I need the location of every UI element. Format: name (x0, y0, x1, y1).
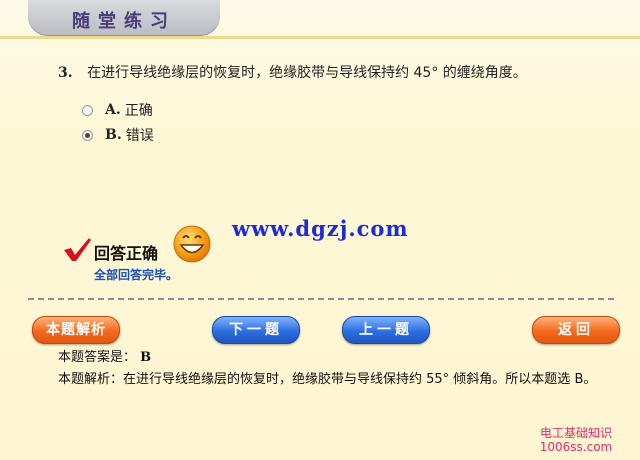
answer-line: 本题答案是： B (58, 346, 151, 365)
site-watermark: 电工基础知识 1006ss.com (520, 426, 632, 454)
question-number: 3. (58, 65, 73, 81)
option-b[interactable]: B. 错误 (82, 125, 154, 145)
header-band (0, 36, 640, 39)
exercise-panel: 随堂练习 3. 在进行导线绝缘层的恢复时，绝缘胶带与导线保持约 45° 的缠绕角… (0, 0, 640, 460)
radio-b[interactable] (82, 129, 93, 141)
answer-value: B (140, 350, 152, 365)
back-button[interactable]: 返回 (532, 316, 620, 344)
question-text: 在进行导线绝缘层的恢复时，绝缘胶带与导线保持约 45° 的缠绕角度。 (87, 65, 527, 81)
result-subtitle: 全部回答完毕。 (94, 268, 179, 282)
next-question-button[interactable]: 下一题 (212, 316, 300, 344)
option-a-label: 正确 (124, 103, 153, 119)
checkmark-icon (64, 238, 91, 261)
smiley-face-icon (173, 225, 211, 263)
result-title: 回答正确 (94, 244, 159, 263)
prev-question-button[interactable]: 上一题 (342, 316, 430, 344)
header-tab: 随堂练习 (28, 0, 220, 36)
option-a-letter: A. (105, 102, 121, 118)
dashed-divider (28, 298, 614, 300)
site-watermark-line1: 电工基础知识 (539, 426, 612, 440)
option-b-label: 错误 (125, 128, 154, 144)
answer-label: 本题答案是： (58, 350, 137, 365)
site-watermark-line2: 1006ss.com (539, 440, 613, 454)
question-line: 3. 在进行导线绝缘层的恢复时，绝缘胶带与导线保持约 45° 的缠绕角度。 (58, 62, 527, 82)
option-a[interactable]: A. 正确 (82, 100, 153, 120)
analysis-button[interactable]: 本题解析 (32, 316, 120, 344)
radio-a[interactable] (82, 104, 93, 116)
analysis-text: 本题解析：在进行导线绝缘层的恢复时，绝缘胶带与导线保持约 55° 倾斜角。所以本… (58, 372, 597, 387)
option-b-letter: B. (105, 127, 122, 143)
watermark-text: www.dgzj.com (232, 216, 409, 241)
header-title: 随堂练习 (72, 11, 176, 32)
